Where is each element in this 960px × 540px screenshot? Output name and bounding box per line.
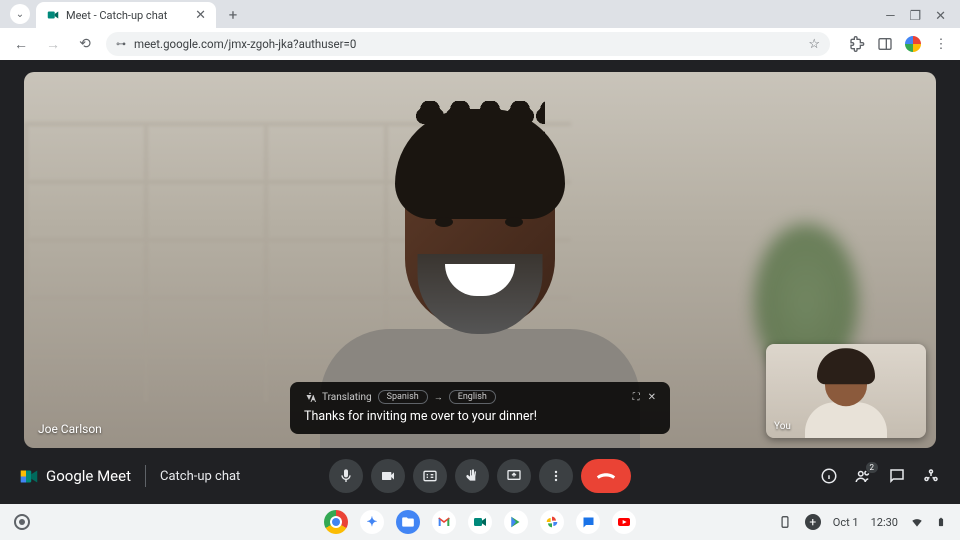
caption-expand-icon[interactable]: ⛶ <box>633 392 640 403</box>
caption-close-icon[interactable]: ✕ <box>648 392 656 403</box>
photos-app-icon[interactable] <box>540 510 564 534</box>
tab-strip: ⌄ Meet - Catch-up chat ✕ + — ❐ ✕ <box>0 0 960 28</box>
gemini-app-icon[interactable]: ✦ <box>360 510 384 534</box>
files-app-icon[interactable] <box>396 510 420 534</box>
meeting-title: Catch-up chat <box>160 469 240 484</box>
raise-hand-button[interactable] <box>455 459 489 493</box>
self-view-tile[interactable]: You <box>766 344 926 438</box>
browser-chrome: ⌄ Meet - Catch-up chat ✕ + — ❐ ✕ ← → ⟲ ⊶… <box>0 0 960 60</box>
reload-button[interactable]: ⟲ <box>74 33 96 55</box>
url-text: meet.google.com/jmx-zgoh-jka?authuser=0 <box>134 37 356 51</box>
meet-logo-icon <box>20 469 38 484</box>
browser-tab[interactable]: Meet - Catch-up chat ✕ <box>36 2 216 28</box>
gmail-app-icon[interactable] <box>432 510 456 534</box>
more-options-button[interactable] <box>539 459 573 493</box>
site-info-icon[interactable]: ⊶ <box>116 39 126 50</box>
chrome-app-icon[interactable] <box>324 510 348 534</box>
translated-caption-panel: Translating Spanish → English ⛶ ✕ Thanks… <box>290 382 670 434</box>
maximize-button[interactable]: ❐ <box>909 9 921 24</box>
youtube-app-icon[interactable] <box>612 510 636 534</box>
camera-button[interactable] <box>371 459 405 493</box>
chromeos-shelf: ✦ + Oct 1 12:30 <box>0 504 960 540</box>
self-view-label: You <box>774 421 791 432</box>
side-panel-icon[interactable] <box>876 35 894 53</box>
play-store-app-icon[interactable] <box>504 510 528 534</box>
minimize-button[interactable]: — <box>885 9 895 24</box>
mute-mic-button[interactable] <box>329 459 363 493</box>
messages-app-icon[interactable] <box>576 510 600 534</box>
shelf-date: Oct 1 <box>833 516 859 529</box>
close-window-button[interactable]: ✕ <box>935 9 946 24</box>
activities-button[interactable] <box>922 467 940 485</box>
tab-search-button[interactable]: ⌄ <box>10 4 30 24</box>
extensions-icon[interactable] <box>848 35 866 53</box>
chat-panel-button[interactable] <box>888 467 906 485</box>
forward-button[interactable]: → <box>42 33 64 55</box>
leave-call-button[interactable] <box>581 459 631 493</box>
caption-text: Thanks for inviting me over to your dinn… <box>304 409 656 424</box>
meet-brand: Google Meet <box>20 467 131 485</box>
profile-avatar-icon[interactable] <box>904 35 922 53</box>
quick-settings-add-icon[interactable]: + <box>805 514 821 530</box>
meet-bottom-bar: Google Meet Catch-up chat 2 <box>0 448 960 504</box>
captions-button[interactable] <box>413 459 447 493</box>
people-count-badge: 2 <box>865 461 880 474</box>
meeting-details-button[interactable] <box>820 467 838 485</box>
bookmark-star-icon[interactable]: ☆ <box>808 37 820 52</box>
browser-toolbar: ← → ⟲ ⊶ meet.google.com/jmx-zgoh-jka?aut… <box>0 28 960 60</box>
caption-status: Translating <box>322 392 372 403</box>
system-tray[interactable]: + Oct 1 12:30 <box>777 514 946 530</box>
translate-icon <box>304 391 316 403</box>
present-screen-button[interactable] <box>497 459 531 493</box>
source-language-chip[interactable]: Spanish <box>378 390 428 404</box>
back-button[interactable]: ← <box>10 33 32 55</box>
arrow-right-icon: → <box>434 392 443 403</box>
people-panel-button[interactable]: 2 <box>854 467 872 485</box>
wifi-icon <box>910 515 924 529</box>
call-controls <box>329 459 631 493</box>
phone-hub-icon[interactable] <box>777 514 793 530</box>
meet-app-icon[interactable] <box>468 510 492 534</box>
right-panel-controls: 2 <box>820 467 940 485</box>
launcher-button[interactable] <box>14 514 30 530</box>
meet-favicon-icon <box>46 8 60 22</box>
divider <box>145 465 146 487</box>
battery-icon <box>936 515 946 529</box>
tab-title: Meet - Catch-up chat <box>66 9 167 22</box>
main-video-tile[interactable]: Joe Carlson Translating Spanish → Englis… <box>24 72 936 448</box>
address-bar[interactable]: ⊶ meet.google.com/jmx-zgoh-jka?authuser=… <box>106 32 830 56</box>
browser-menu-icon[interactable]: ⋮ <box>932 35 950 53</box>
participant-name-label: Joe Carlson <box>38 422 102 436</box>
target-language-chip[interactable]: English <box>449 390 496 404</box>
meet-app: Joe Carlson Translating Spanish → Englis… <box>0 60 960 504</box>
shelf-time: 12:30 <box>871 516 898 529</box>
shelf-apps: ✦ <box>324 510 636 534</box>
tab-close-icon[interactable]: ✕ <box>195 8 206 23</box>
brand-name: Google Meet <box>46 467 131 485</box>
window-controls: — ❐ ✕ <box>885 9 960 24</box>
new-tab-button[interactable]: + <box>222 4 244 26</box>
toolbar-actions: ⋮ <box>840 35 950 53</box>
